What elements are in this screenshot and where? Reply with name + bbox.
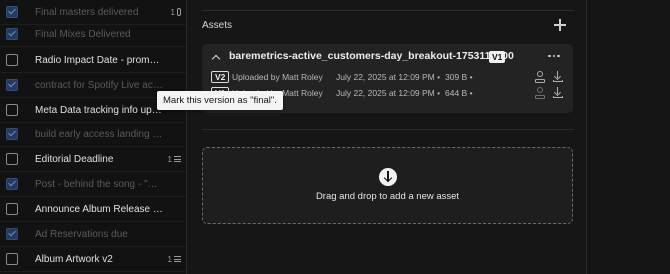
task-row[interactable]: Announce Album Release Date [0,197,186,222]
task-title: Editorial Deadline [35,153,114,165]
version-date: July 22, 2025 at 12:09 PM • [336,72,441,82]
task-checkbox[interactable] [6,153,18,165]
task-title: Post - behind the song - "all social... [35,178,163,190]
version-badge: V2 [211,71,230,83]
task-title: Meta Data tracking info update [35,104,163,116]
task-meta: 1 [171,8,181,17]
mark-final-tooltip: Mark this version as "final". [157,91,283,110]
task-meta: 1 [168,155,181,164]
version-row: V2 Uploaded by Matt Roley July 22, 2025 … [211,70,566,84]
task-detail-panel: Assets baremetrics-active_customers-day_… [188,0,586,274]
task-meta-count: 1 [170,7,175,17]
task-title: Radio Impact Date - promo team ... [35,54,163,66]
task-meta-count: 1 [167,254,172,264]
task-title: build early access landing page f... [35,128,163,140]
task-row[interactable]: Ad Reservations due [0,222,186,247]
asset-name: baremetrics-active_customers-day_breakou… [229,50,514,62]
task-checkbox[interactable] [6,128,18,140]
download-icon[interactable] [553,87,563,99]
version-size: 644 B • [445,88,473,98]
asset-dropzone[interactable]: Drag and drop to add a new asset [202,147,573,224]
task-checkbox[interactable] [6,203,18,215]
divider [202,129,574,130]
version-uploader: Uploaded by Matt Roley [232,72,323,82]
task-row[interactable]: Editorial Deadline 1 [0,147,186,172]
right-side-panel [586,0,670,274]
attachment-icon [177,8,181,16]
task-title: Announce Album Release Date [35,203,163,215]
task-meta-count: 1 [167,154,172,164]
subtasks-icon [174,156,181,162]
task-title: Final masters delivered [35,6,139,18]
assets-section-title: Assets [202,20,233,31]
task-checkbox[interactable] [6,79,18,91]
upload-arrow-icon [379,168,397,186]
current-version-badge: V1 [489,51,506,63]
version-date: July 22, 2025 at 12:09 PM • [336,88,441,98]
task-checkbox[interactable] [6,104,18,116]
task-row[interactable]: Album Artwork v2 1 [0,247,186,272]
task-checkbox[interactable] [6,178,18,190]
more-options-icon[interactable] [548,52,562,60]
version-size: 309 B • [445,72,473,82]
divider [202,10,574,11]
dropzone-label: Drag and drop to add a new asset [315,191,460,202]
task-checkbox[interactable] [6,253,18,265]
task-checkbox[interactable] [6,6,18,18]
mark-final-icon[interactable] [535,87,545,99]
task-row[interactable]: Post - behind the song - "all social... [0,172,186,197]
collapse-chevron-icon[interactable] [211,53,221,63]
task-checkbox[interactable] [6,54,18,66]
task-title: Album Artwork v2 [35,253,113,265]
task-title: Final Mixes Delivered [35,28,131,40]
task-row[interactable]: build early access landing page f... [0,122,186,147]
task-list: Final masters delivered 1 Final Mixes Deli… [0,0,187,274]
mark-final-icon[interactable] [535,71,545,83]
task-title: contract for Spotify Live activ... [35,79,163,91]
task-checkbox[interactable] [6,28,18,40]
add-asset-button[interactable] [554,19,566,31]
task-row[interactable]: Radio Impact Date - promo team ... [0,48,186,73]
download-icon[interactable] [553,71,563,83]
subtasks-icon [174,256,181,262]
task-checkbox[interactable] [6,228,18,240]
task-row[interactable]: Final Mixes Delivered [0,22,186,47]
task-title: Ad Reservations due [35,228,128,240]
task-meta: 1 [168,255,181,264]
